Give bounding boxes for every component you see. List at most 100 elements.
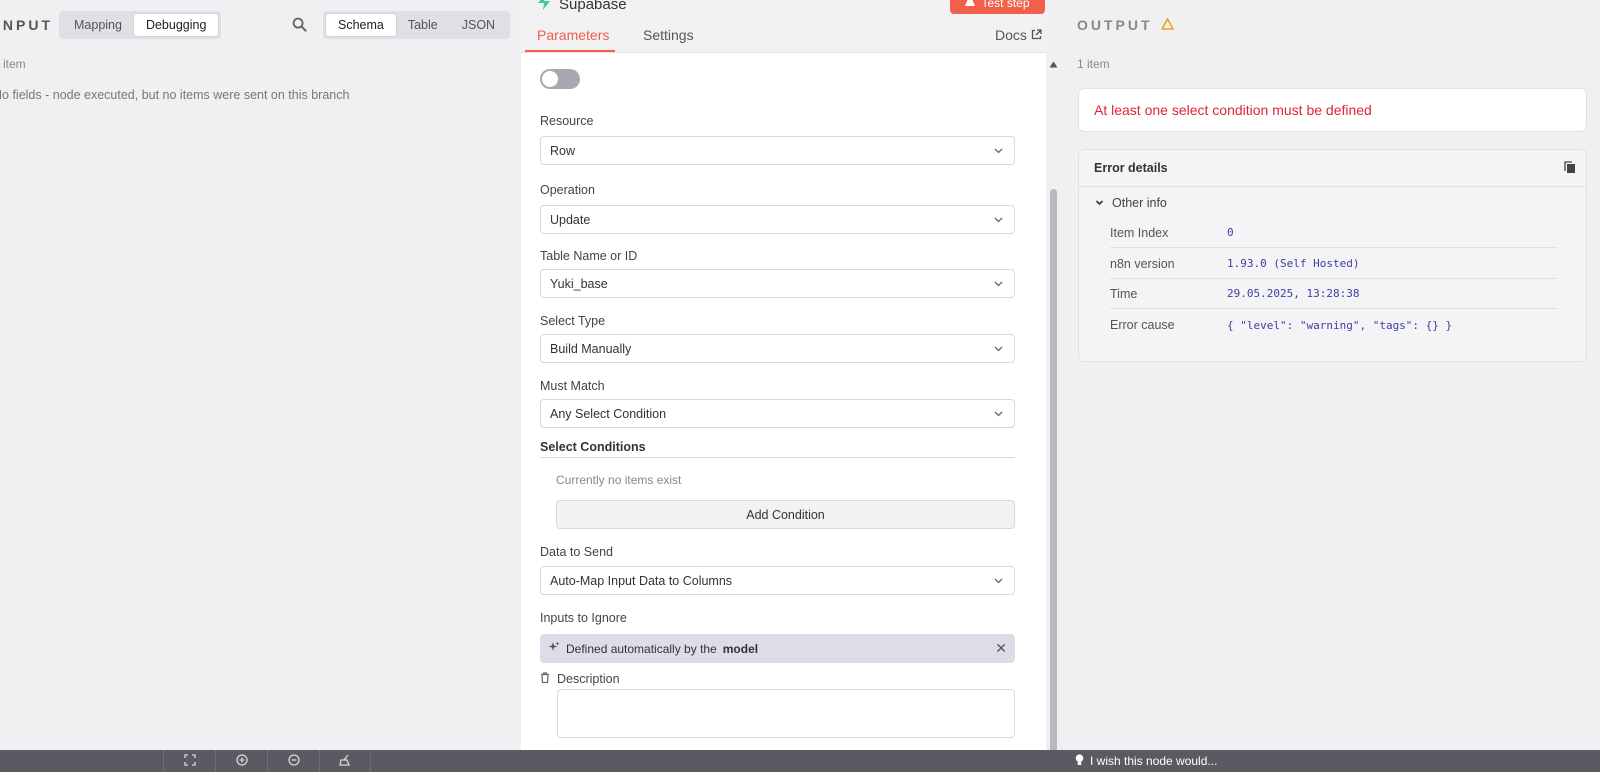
table-tab[interactable]: Table xyxy=(396,14,450,36)
must-match-select[interactable]: Any Select Condition xyxy=(540,399,1015,428)
table-select[interactable]: Yuki_base xyxy=(540,269,1015,298)
mode-toggle: Mapping Debugging xyxy=(59,11,222,39)
table-value: Yuki_base xyxy=(550,276,608,291)
resource-value: Row xyxy=(550,143,576,158)
detail-value: 29.05.2025, 13:28:38 xyxy=(1227,287,1360,300)
scroll-up-icon[interactable] xyxy=(1049,56,1058,71)
detail-value: 0 xyxy=(1227,226,1234,239)
chevron-down-icon xyxy=(993,214,1004,228)
error-details-panel: Error details Other info Item Index 0 n8… xyxy=(1078,149,1587,362)
zoom-out-button[interactable] xyxy=(267,750,319,772)
json-tab[interactable]: JSON xyxy=(450,14,507,36)
select-conditions-divider xyxy=(540,457,1015,458)
operation-label: Operation xyxy=(540,183,595,197)
test-step-button[interactable]: Test step xyxy=(950,0,1045,14)
broom-icon xyxy=(338,754,352,769)
chevron-down-icon xyxy=(993,145,1004,159)
auto-text: Defined automatically by the xyxy=(566,641,717,656)
output-item-count: 1 item xyxy=(1077,57,1110,71)
add-condition-button[interactable]: Add Condition xyxy=(556,500,1015,529)
detail-key: Time xyxy=(1110,286,1138,301)
description-label: Description xyxy=(557,672,620,686)
description-textarea[interactable] xyxy=(557,689,1015,738)
must-match-label: Must Match xyxy=(540,379,605,393)
chevron-down-icon xyxy=(993,278,1004,292)
data-to-send-label: Data to Send xyxy=(540,545,613,559)
conditions-empty-text: Currently no items exist xyxy=(556,473,682,487)
operation-value: Update xyxy=(550,212,591,227)
mapping-tab[interactable]: Mapping xyxy=(62,14,134,36)
wish-label: I wish this node would... xyxy=(1090,754,1218,768)
zoom-in-button[interactable] xyxy=(215,750,267,772)
fit-view-icon xyxy=(183,753,196,769)
detail-key: Item Index xyxy=(1110,225,1169,240)
inputs-to-ignore-auto[interactable]: Defined automatically by the model ✕ xyxy=(540,634,1015,663)
resource-select[interactable]: Row xyxy=(540,136,1015,165)
zoom-out-icon xyxy=(287,753,300,769)
node-scrollbar[interactable] xyxy=(1049,56,1058,772)
schema-tab[interactable]: Schema xyxy=(326,14,396,36)
chevron-down-icon xyxy=(993,408,1004,422)
node-panel: Supabase Test step Parameters Settings D… xyxy=(521,0,1058,772)
input-empty-message: No fields - node executed, but no items … xyxy=(0,88,350,102)
detail-row: Item Index 0 xyxy=(1110,218,1557,248)
supabase-logo-icon xyxy=(537,0,551,14)
flask-icon xyxy=(965,0,976,10)
wish-feedback-link[interactable]: I wish this node would... xyxy=(1075,750,1217,772)
scrollbar-thumb[interactable] xyxy=(1050,189,1057,754)
input-item-count: 1 item xyxy=(0,57,26,71)
detail-row: n8n version 1.93.0 (Self Hosted) xyxy=(1110,249,1557,279)
fit-view-button[interactable] xyxy=(163,750,215,772)
node-title: Supabase xyxy=(537,0,627,14)
input-title: INPUT xyxy=(0,17,53,33)
data-to-send-value: Auto-Map Input Data to Columns xyxy=(550,573,733,588)
lightbulb-icon xyxy=(1075,753,1084,769)
close-icon[interactable]: ✕ xyxy=(995,640,1007,657)
node-header: Supabase Test step Parameters Settings D… xyxy=(521,0,1046,53)
canvas-bottom-bar: I wish this node would... xyxy=(0,750,1600,772)
chevron-down-icon xyxy=(1095,196,1104,210)
external-link-icon xyxy=(1031,27,1042,43)
select-conditions-label: Select Conditions xyxy=(540,440,646,454)
copy-icon[interactable] xyxy=(1564,161,1576,177)
operation-select[interactable]: Update xyxy=(540,205,1015,234)
docs-link[interactable]: Docs xyxy=(995,27,1042,43)
custom-schema-toggle[interactable] xyxy=(540,69,580,89)
other-info-label: Other info xyxy=(1112,196,1167,210)
trash-icon[interactable] xyxy=(540,672,550,686)
docs-label: Docs xyxy=(995,27,1027,43)
test-step-label: Test step xyxy=(981,0,1030,10)
zoom-in-icon xyxy=(235,753,248,769)
detail-key: Error cause xyxy=(1110,318,1175,332)
tidy-up-button[interactable] xyxy=(319,750,371,772)
search-icon[interactable] xyxy=(292,17,307,35)
detail-row: Time 29.05.2025, 13:28:38 xyxy=(1110,279,1557,309)
inputs-to-ignore-label: Inputs to Ignore xyxy=(540,611,627,625)
output-title-text: OUTPUT xyxy=(1077,17,1153,33)
debugging-tab[interactable]: Debugging xyxy=(133,14,219,36)
auto-bold: model xyxy=(722,641,759,656)
must-match-value: Any Select Condition xyxy=(550,406,667,421)
other-info-toggle[interactable]: Other info xyxy=(1095,196,1167,210)
tab-settings[interactable]: Settings xyxy=(643,27,694,43)
output-title: OUTPUT xyxy=(1077,17,1174,33)
view-toggle: Schema Table JSON xyxy=(323,11,511,39)
select-type-value: Build Manually xyxy=(550,341,632,356)
chevron-down-icon xyxy=(993,343,1004,357)
detail-row: Error cause { "level": "warning", "tags"… xyxy=(1110,310,1557,340)
active-tab-underline xyxy=(525,50,615,52)
data-to-send-select[interactable]: Auto-Map Input Data to Columns xyxy=(540,566,1015,595)
error-details-title: Error details xyxy=(1094,161,1168,175)
select-type-select[interactable]: Build Manually xyxy=(540,334,1015,363)
detail-key: n8n version xyxy=(1110,256,1175,271)
node-title-text: Supabase xyxy=(559,0,627,13)
description-label-row: Description xyxy=(540,672,620,686)
detail-value: { "level": "warning", "tags": {} } xyxy=(1227,318,1453,332)
sparkles-icon xyxy=(548,641,560,656)
warning-icon xyxy=(1160,17,1174,33)
tab-parameters[interactable]: Parameters xyxy=(537,27,609,43)
error-message-box: At least one select condition must be de… xyxy=(1078,88,1587,132)
error-details-header: Error details xyxy=(1079,150,1586,187)
select-type-label: Select Type xyxy=(540,314,606,328)
resource-label: Resource xyxy=(540,114,594,128)
